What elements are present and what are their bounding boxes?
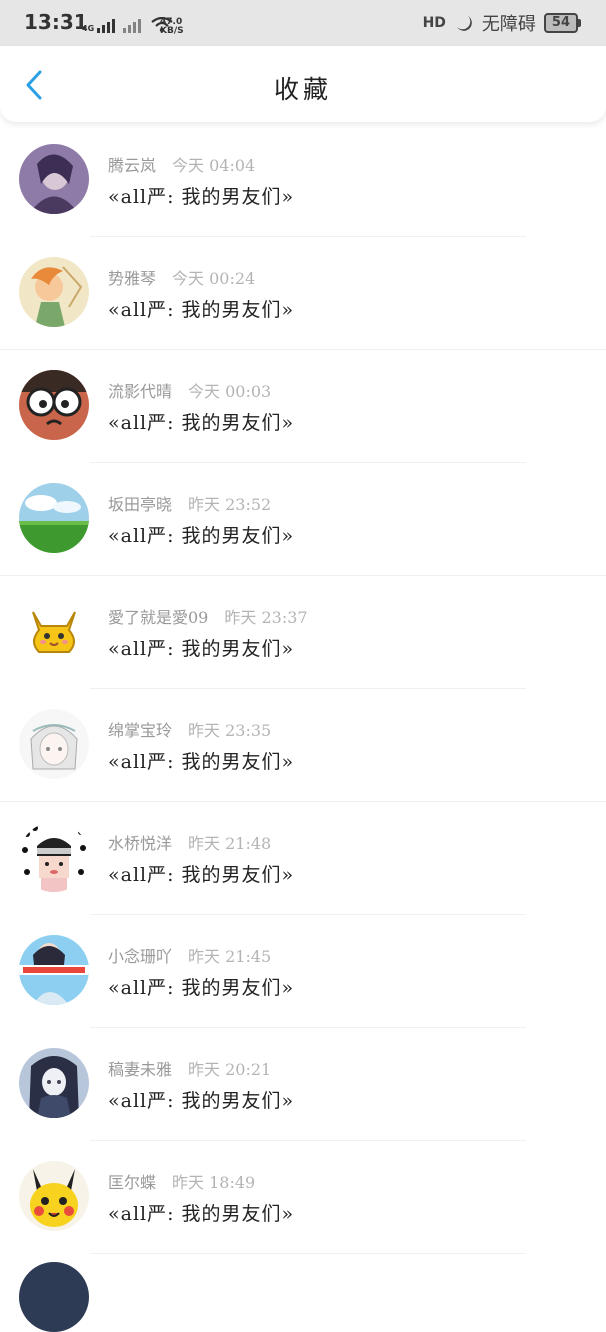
avatar-image-icon	[19, 1048, 89, 1118]
avatar[interactable]	[19, 1262, 89, 1332]
avatar[interactable]	[19, 822, 89, 892]
timestamp: 昨天 18:49	[172, 1173, 256, 1192]
list-item[interactable]: 愛了就是愛09 昨天 23:37 «all严: 我的男友们»	[0, 576, 606, 689]
list-item[interactable]: 匡尔蝶 昨天 18:49 «all严: 我的男友们»	[0, 1141, 606, 1254]
avatar[interactable]	[19, 483, 89, 553]
avatar[interactable]	[19, 1048, 89, 1118]
avatar[interactable]	[19, 596, 89, 666]
status-bar: 13:31 4G 47.0 KB/S HD 无障碍 54	[0, 0, 606, 46]
item-content[interactable]: «all严: 我的男友们»	[108, 521, 294, 548]
item-content[interactable]: «all严: 我的男友们»	[108, 1199, 294, 1226]
avatar[interactable]	[19, 935, 89, 1005]
page-title: 收藏	[273, 75, 332, 104]
user-name[interactable]: 匡尔蝶	[108, 1173, 156, 1192]
moon-icon	[456, 16, 472, 31]
item-content[interactable]: «all严: 我的男友们»	[108, 634, 294, 661]
list-item[interactable]: 稿妻未雅 昨天 20:21 «all严: 我的男友们»	[0, 1028, 606, 1141]
avatar[interactable]	[19, 709, 89, 779]
item-content[interactable]: «all严: 我的男友们»	[108, 860, 294, 887]
item-content[interactable]: «all严: 我的男友们»	[108, 973, 294, 1000]
avatar-image-icon	[19, 935, 89, 1005]
user-name[interactable]: 愛了就是愛09	[108, 608, 208, 627]
list-item[interactable]: 腾云岚 今天 04:04 «all严: 我的男友们»	[0, 124, 606, 237]
network-type-label: 4G	[82, 24, 95, 33]
list-item[interactable]: 小念珊吖 昨天 21:45 «all严: 我的男友们»	[0, 915, 606, 1028]
timestamp: 昨天 23:35	[188, 721, 272, 740]
divider	[90, 1253, 526, 1254]
timestamp: 昨天 23:37	[224, 608, 308, 627]
favorites-list: 腾云岚 今天 04:04 «all严: 我的男友们» 势雅琴 今天 00:24 «a…	[0, 124, 606, 1254]
item-content[interactable]: «all严: 我的男友们»	[108, 747, 294, 774]
user-name[interactable]: 流影代晴	[108, 382, 172, 401]
user-name[interactable]: 腾云岚	[108, 156, 156, 175]
user-name[interactable]: 小念珊吖	[108, 947, 172, 966]
item-content[interactable]: «all严: 我的男友们»	[108, 1086, 294, 1113]
list-item[interactable]: 绵掌宝玲 昨天 23:35 «all严: 我的男友们»	[0, 689, 606, 802]
avatar[interactable]	[19, 370, 89, 440]
avatar-image-icon	[19, 709, 89, 779]
avatar-image-icon	[19, 822, 89, 892]
avatar-image-icon	[19, 1161, 89, 1231]
list-item[interactable]: 水桥悦洋 昨天 21:48 «all严: 我的男友们»	[0, 802, 606, 915]
item-content[interactable]: «all严: 我的男友们»	[108, 182, 294, 209]
avatar-image-icon	[19, 257, 89, 327]
avatar-image-icon	[19, 596, 89, 666]
timestamp: 今天 00:24	[172, 269, 256, 288]
avatar[interactable]	[19, 1161, 89, 1231]
item-content[interactable]: «all严: 我的男友们»	[108, 408, 294, 435]
user-name[interactable]: 稿妻未雅	[108, 1060, 172, 1079]
timestamp: 昨天 20:21	[188, 1060, 272, 1079]
timestamp: 今天 04:04	[172, 156, 256, 175]
top-bar: 收藏	[0, 46, 606, 122]
user-name[interactable]: 水桥悦洋	[108, 834, 172, 853]
timestamp: 昨天 21:48	[188, 834, 272, 853]
timestamp: 昨天 23:52	[188, 495, 272, 514]
avatar-image-icon	[19, 144, 89, 214]
item-content[interactable]: «all严: 我的男友们»	[108, 295, 294, 322]
signal-strength-icon	[97, 19, 116, 33]
avatar[interactable]	[19, 144, 89, 214]
avatar-image-icon	[19, 370, 89, 440]
list-item[interactable]: 坂田亭晓 昨天 23:52 «all严: 我的男友们»	[0, 463, 606, 576]
user-name[interactable]: 绵掌宝玲	[108, 721, 172, 740]
timestamp: 今天 00:03	[188, 382, 272, 401]
user-name[interactable]: 势雅琴	[108, 269, 156, 288]
list-item[interactable]: 势雅琴 今天 00:24 «all严: 我的男友们»	[0, 237, 606, 350]
timestamp: 昨天 21:45	[188, 947, 272, 966]
signal-strength-2-icon	[123, 19, 142, 33]
user-name[interactable]: 坂田亭晓	[108, 495, 172, 514]
network-speed: 47.0 KB/S	[160, 17, 184, 36]
accessibility-label: 无障碍	[481, 14, 536, 35]
battery-icon: 54	[543, 13, 582, 33]
hd-icon: HD	[422, 15, 446, 31]
list-item[interactable]: 流影代晴 今天 00:03 «all严: 我的男友们»	[0, 350, 606, 463]
status-time: 13:31	[24, 10, 88, 34]
avatar[interactable]	[19, 257, 89, 327]
avatar-image-icon	[19, 483, 89, 553]
